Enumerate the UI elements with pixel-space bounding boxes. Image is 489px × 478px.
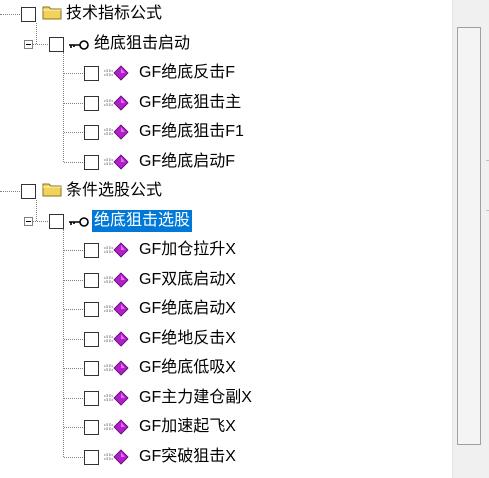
item-checkbox[interactable]	[84, 302, 99, 317]
tree-connector	[64, 397, 83, 399]
formula-icon	[103, 330, 129, 352]
key-icon	[68, 38, 90, 56]
tree-connector	[64, 368, 83, 369]
item-checkbox[interactable]	[84, 420, 99, 435]
tree-connector	[36, 200, 37, 221]
formula-item-label[interactable]: GF绝底低吸X	[137, 357, 238, 379]
item-checkbox[interactable]	[84, 331, 99, 347]
subgroup-label[interactable]: 绝底狙击启动	[92, 33, 192, 55]
formula-item-label[interactable]: GF突破狙击X	[137, 446, 238, 468]
formula-icon	[103, 271, 129, 293]
tree-connector	[36, 23, 37, 44]
formula-icon	[103, 65, 129, 86]
formula-item-label[interactable]: GF绝地反击X	[137, 328, 238, 350]
formula-icon	[103, 419, 129, 440]
collapse-toggle[interactable]	[24, 216, 33, 226]
formula-item-label[interactable]: GF绝底狙击F1	[137, 121, 246, 143]
panel-inset-box	[457, 27, 481, 445]
tree-connector	[64, 427, 83, 428]
side-panel	[452, 0, 489, 478]
formula-icon	[103, 242, 129, 263]
key-icon	[68, 215, 90, 233]
panel-divider	[452, 0, 453, 478]
formula-tree[interactable]: 技术指标公式 绝底狙击启动 GF绝底反击F GF绝底狙击主 GF绝底狙击F1 G…	[0, 0, 452, 478]
item-checkbox[interactable]	[84, 243, 99, 258]
tree-connector	[64, 161, 83, 163]
formula-item-label[interactable]: GF绝底启动F	[137, 151, 237, 173]
formula-icon	[103, 153, 129, 175]
formula-item-label[interactable]: GF绝底启动X	[137, 298, 238, 320]
formula-icon	[103, 360, 129, 381]
tree-connector	[63, 51, 64, 162]
tree-connector	[64, 279, 83, 281]
tree-connector	[33, 220, 48, 222]
collapse-toggle[interactable]	[24, 39, 33, 49]
group-label[interactable]: 技术指标公式	[64, 3, 164, 25]
tree-connector	[64, 338, 83, 340]
tree-connector	[64, 456, 83, 458]
item-checkbox[interactable]	[84, 66, 99, 81]
item-checkbox[interactable]	[84, 449, 99, 465]
item-checkbox[interactable]	[84, 390, 99, 406]
item-checkbox[interactable]	[84, 95, 99, 111]
item-checkbox[interactable]	[84, 272, 99, 288]
formula-icon	[103, 389, 129, 411]
formula-item-label[interactable]: GF双底启动X	[137, 269, 238, 291]
formula-item-label[interactable]: GF主力建仓副X	[137, 387, 254, 409]
tree-connector	[33, 43, 48, 45]
folder-icon	[42, 4, 62, 25]
formula-icon	[103, 124, 129, 145]
subgroup-label[interactable]: 绝底狙击选股	[92, 209, 193, 232]
formula-icon	[103, 94, 129, 116]
item-checkbox[interactable]	[84, 154, 99, 170]
tree-connector	[0, 14, 20, 15]
folder-icon	[42, 181, 62, 202]
group-checkbox[interactable]	[21, 184, 36, 199]
tree-connector	[64, 250, 83, 251]
group-checkbox[interactable]	[21, 7, 36, 22]
subgroup-checkbox[interactable]	[49, 36, 64, 52]
formula-icon	[103, 448, 129, 470]
item-checkbox[interactable]	[84, 125, 99, 140]
tree-connector	[64, 102, 83, 104]
formula-icon	[103, 301, 129, 322]
tree-connector	[0, 191, 20, 192]
formula-item-label[interactable]: GF绝底狙击主	[137, 92, 243, 114]
tree-connector	[64, 73, 83, 74]
formula-item-label[interactable]: GF绝底反击F	[137, 62, 237, 84]
item-checkbox[interactable]	[84, 361, 99, 376]
subgroup-checkbox[interactable]	[49, 213, 64, 229]
tree-connector	[64, 309, 83, 310]
tree-connector	[63, 228, 64, 457]
tree-connector	[64, 132, 83, 133]
formula-item-label[interactable]: GF加速起飞X	[137, 416, 238, 438]
group-label[interactable]: 条件选股公式	[64, 180, 164, 202]
formula-item-label[interactable]: GF加仓拉升X	[137, 239, 238, 261]
